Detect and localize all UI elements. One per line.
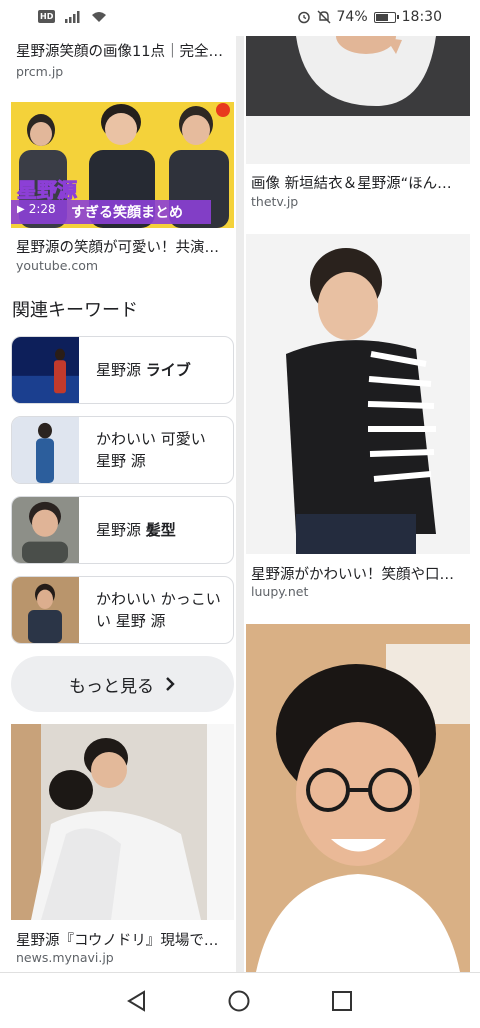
result-thumbnail[interactable] [246, 36, 470, 164]
result-domain: luupy.net [251, 584, 309, 599]
related-keyword-card[interactable]: 星野源 ライブ [11, 336, 234, 404]
duration-label: 2:28 [28, 202, 56, 216]
video-overlay-subtitle: すぎる笑顔まとめ [71, 205, 183, 221]
mute-icon [317, 10, 331, 24]
result-caption[interactable]: 星野源の笑顔が可愛い！共演… [16, 236, 228, 257]
result-photo [246, 36, 470, 164]
keyword-thumbnail [12, 577, 79, 643]
keyword-label: かわいい かっこいい 星野 源 [96, 590, 221, 630]
keyword-thumbnail [12, 497, 79, 563]
results-column-right: 画像 新垣結衣＆星野源“ほん… thetv.jp 星野源がかわいい！笑顔や口… … [244, 36, 480, 972]
result-caption[interactable]: 星野源笑顔の画像11点｜完全… [16, 40, 228, 61]
result-caption[interactable]: 星野源『コウノドリ』現場で… [16, 929, 228, 950]
hd-badge: HD [38, 10, 56, 23]
battery-icon [373, 11, 399, 23]
result-thumbnail-video[interactable]: 星野源 すぎる笑顔まとめ ▶ 2:28 [11, 102, 234, 228]
video-overlay-title: 星野源 [17, 178, 78, 203]
video-duration: ▶ 2:28 [17, 202, 56, 216]
system-nav-bar [0, 972, 480, 1028]
more-label: もっと見る [69, 676, 154, 697]
related-keyword-card[interactable]: かわいい 可愛い 星野 源 [11, 416, 234, 484]
related-keyword-card[interactable]: 星野源 髪型 [11, 496, 234, 564]
image-results: 星野源笑顔の画像11点｜完全… prcm.jp 星野源 すぎる笑顔まとめ ▶ 2… [0, 36, 480, 972]
related-keyword-card[interactable]: かわいい かっこいい 星野 源 [11, 576, 234, 644]
keyword-label: 星野源 ライブ [96, 361, 191, 379]
result-caption[interactable]: 画像 新垣結衣＆星野源“ほん… [251, 172, 471, 193]
play-icon: ▶ [17, 203, 25, 215]
result-photo [246, 234, 470, 554]
related-keywords-title: 関連キーワード [12, 300, 138, 321]
result-caption[interactable]: 星野源がかわいい！笑顔や口… [251, 563, 471, 584]
clock: 18:30 [401, 9, 442, 25]
alarm-icon [297, 11, 310, 24]
back-icon[interactable] [126, 990, 148, 1012]
chevron-right-icon [166, 677, 175, 691]
keyword-label: 星野源 髪型 [96, 521, 176, 539]
result-photo [246, 624, 470, 972]
result-thumbnail[interactable] [246, 624, 470, 972]
result-thumbnail[interactable] [246, 234, 470, 554]
result-domain: thetv.jp [251, 194, 299, 209]
keyword-thumbnail [12, 337, 79, 403]
result-domain: prcm.jp [16, 64, 64, 79]
more-button[interactable]: もっと見る [11, 656, 234, 712]
results-column-left: 星野源笑顔の画像11点｜完全… prcm.jp 星野源 すぎる笑顔まとめ ▶ 2… [0, 36, 236, 972]
result-thumbnail[interactable] [11, 724, 234, 920]
result-domain: youtube.com [16, 258, 99, 273]
battery-percent: 74% [336, 9, 368, 25]
recents-icon[interactable] [331, 990, 353, 1012]
status-bar: HD 74% 18:30 [0, 0, 480, 36]
signal-icon [65, 10, 80, 23]
keyword-label: かわいい 可愛い 星野 源 [96, 430, 206, 470]
result-domain: news.mynavi.jp [16, 950, 114, 965]
wifi-icon [92, 11, 107, 22]
home-icon[interactable] [228, 990, 250, 1012]
keyword-thumbnail [12, 417, 79, 483]
result-photo [11, 724, 234, 920]
